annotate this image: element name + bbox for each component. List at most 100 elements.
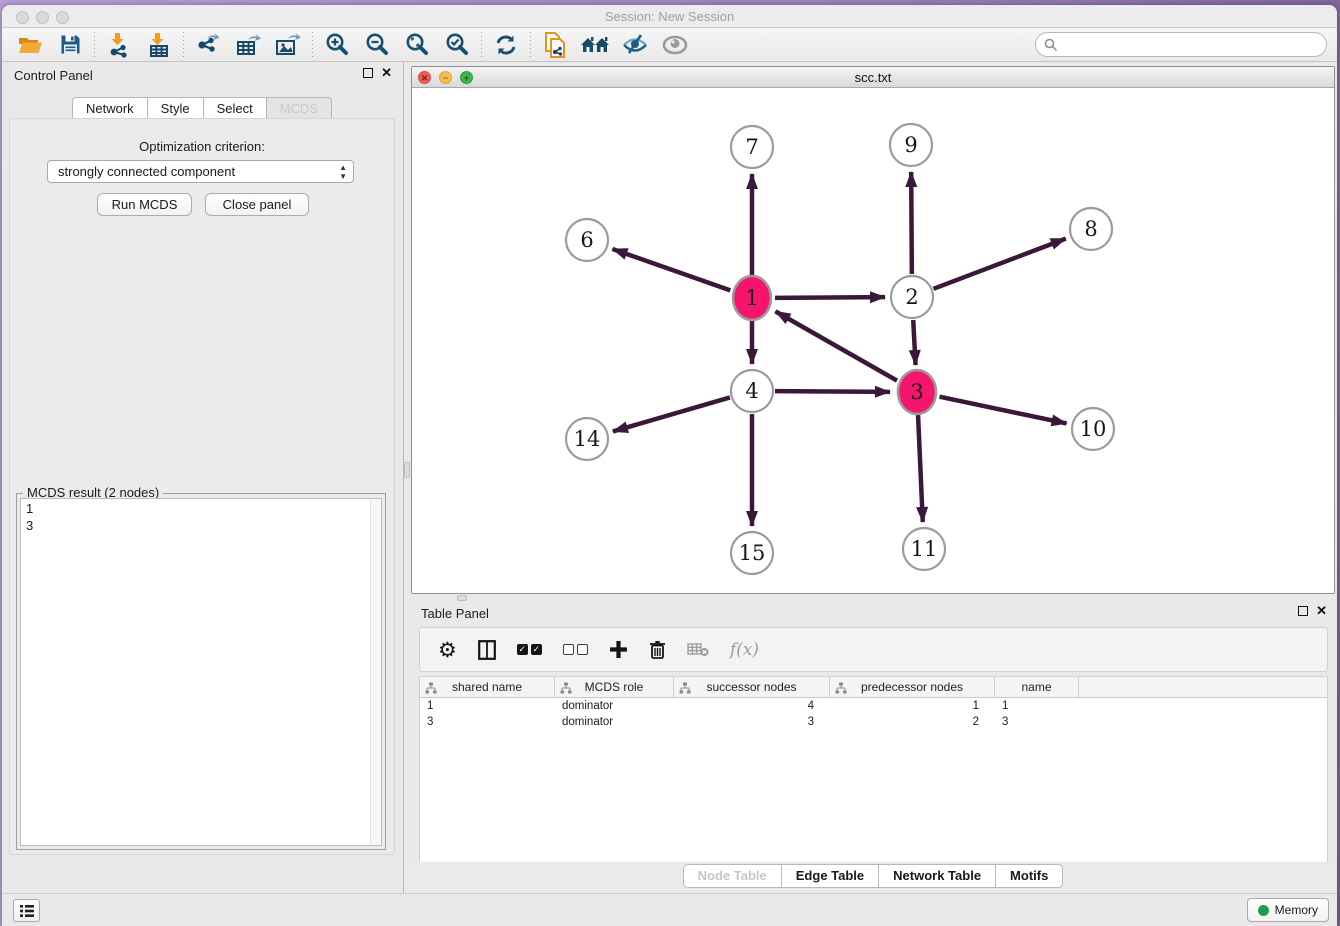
table-row[interactable]: 3dominator323 <box>420 714 1327 730</box>
show-panels-button[interactable] <box>655 30 695 60</box>
zoom-in-button[interactable] <box>317 30 357 60</box>
table-cell[interactable]: 1 <box>420 698 555 714</box>
node-15[interactable]: 15 <box>731 532 773 574</box>
table-settings-button[interactable]: ⚙ <box>438 638 457 662</box>
open-session-button[interactable] <box>10 30 50 60</box>
close-panel-icon[interactable]: ✕ <box>381 68 392 78</box>
column-header-successor-nodes[interactable]: successor nodes <box>674 677 830 697</box>
node-1[interactable]: 1 <box>733 276 771 320</box>
edge-2-3[interactable] <box>913 320 915 365</box>
export-image-button[interactable] <box>268 30 308 60</box>
hide-panels-button[interactable] <box>615 30 655 60</box>
control-panel-title: Control Panel <box>14 68 93 83</box>
run-mcds-button[interactable]: Run MCDS <box>97 193 192 216</box>
edge-4-3[interactable] <box>775 391 890 392</box>
tab-motifs[interactable]: Motifs <box>996 864 1063 888</box>
node-3[interactable]: 3 <box>898 370 936 414</box>
refresh-layout-button[interactable] <box>486 30 526 60</box>
tab-network-table[interactable]: Network Table <box>879 864 996 888</box>
node-7[interactable]: 7 <box>731 126 773 168</box>
node-14[interactable]: 14 <box>566 418 608 460</box>
table-cell[interactable]: 4 <box>674 698 830 714</box>
function-builder-button[interactable]: f(x) <box>730 640 759 660</box>
table-cell[interactable]: 1 <box>995 698 1079 714</box>
close-table-panel-icon[interactable]: ✕ <box>1316 606 1327 616</box>
import-network-icon <box>107 32 131 58</box>
edge-3-1[interactable] <box>775 311 897 380</box>
edge-1-6[interactable] <box>612 249 730 290</box>
node-11[interactable]: 11 <box>903 528 945 570</box>
delete-table-button[interactable] <box>687 642 709 657</box>
node-6[interactable]: 6 <box>566 219 608 261</box>
zoom-selected-button[interactable] <box>437 30 477 60</box>
zoom-out-button[interactable] <box>357 30 397 60</box>
column-header-predecessor-nodes[interactable]: predecessor nodes <box>830 677 995 697</box>
save-session-button[interactable] <box>50 30 90 60</box>
node-4[interactable]: 4 <box>731 370 773 412</box>
edge-1-2[interactable] <box>775 297 885 298</box>
edge-3-10[interactable] <box>940 397 1067 424</box>
deselect-all-button[interactable] <box>563 644 588 655</box>
table-body[interactable]: 1dominator4113dominator323 <box>420 698 1327 730</box>
edge-4-14[interactable] <box>613 397 730 431</box>
import-network-button[interactable] <box>99 30 139 60</box>
node-label: 4 <box>745 379 758 403</box>
import-table-button[interactable] <box>139 30 179 60</box>
close-panel-button[interactable]: Close panel <box>205 193 309 216</box>
node-10[interactable]: 10 <box>1072 408 1114 450</box>
table-header-row: shared nameMCDS rolesuccessor nodesprede… <box>420 677 1327 698</box>
home-layout-button[interactable] <box>575 30 615 60</box>
edge-3-11[interactable] <box>918 415 923 522</box>
memory-button[interactable]: Memory <box>1247 898 1329 922</box>
main-toolbar <box>2 28 1337 62</box>
node-label: 2 <box>905 285 918 309</box>
node-8[interactable]: 8 <box>1070 208 1112 250</box>
table-tabs-bar: Node TableEdge TableNetwork TableMotifs <box>411 862 1335 893</box>
table-row[interactable]: 1dominator411 <box>420 698 1327 714</box>
vertical-splitter[interactable] <box>402 62 411 893</box>
table-cell[interactable]: 1 <box>830 698 995 714</box>
edge-2-8[interactable] <box>934 239 1066 289</box>
table-cell[interactable]: 3 <box>674 714 830 730</box>
add-column-button[interactable] <box>609 640 628 659</box>
eye-slash-icon <box>621 33 649 57</box>
clone-network-button[interactable] <box>535 30 575 60</box>
edge-2-9[interactable] <box>911 172 912 274</box>
tab-node-table[interactable]: Node Table <box>683 864 782 888</box>
zoom-fit-button[interactable] <box>397 30 437 60</box>
table-cell[interactable]: 3 <box>420 714 555 730</box>
network-canvas[interactable]: 1 2 3 4 6 7 8 9 10 11 14 15 <box>412 89 1334 593</box>
node-label: 3 <box>910 380 923 404</box>
select-all-button[interactable]: ✓ ✓ <box>517 644 542 655</box>
mcds-result-text[interactable]: 1 3 <box>20 498 382 846</box>
float-table-panel-icon[interactable] <box>1298 606 1308 616</box>
search-input[interactable] <box>1063 37 1326 52</box>
node-9[interactable]: 9 <box>890 124 932 166</box>
table-cell[interactable]: dominator <box>555 698 674 714</box>
table-cell[interactable]: 2 <box>830 714 995 730</box>
tab-edge-table[interactable]: Edge Table <box>782 864 879 888</box>
splitter-handle[interactable] <box>404 462 410 478</box>
delete-column-button[interactable] <box>649 640 666 660</box>
network-window-titlebar[interactable]: ✕ − + scc.txt <box>412 67 1334 88</box>
table-cell[interactable]: dominator <box>555 714 674 730</box>
node-label: 8 <box>1084 217 1097 241</box>
export-network-button[interactable] <box>188 30 228 60</box>
task-history-button[interactable] <box>13 899 40 922</box>
column-header-mcds-role[interactable]: MCDS role <box>555 677 674 697</box>
table-cell[interactable]: 3 <box>995 714 1079 730</box>
mcds-panel: Optimization criterion: strongly connect… <box>9 118 395 855</box>
table-panel-title: Table Panel <box>421 606 489 621</box>
home-icon <box>580 33 610 57</box>
node-2[interactable]: 2 <box>891 276 933 318</box>
column-header-shared-name[interactable]: shared name <box>420 677 555 697</box>
export-image-icon <box>274 32 302 58</box>
criterion-select[interactable]: strongly connected component ▲▼ <box>47 160 354 183</box>
column-header-name[interactable]: name <box>995 677 1079 697</box>
node-label: 9 <box>904 133 917 157</box>
float-panel-icon[interactable] <box>363 68 373 78</box>
clone-network-icon <box>543 31 567 59</box>
toggle-columns-button[interactable] <box>478 640 496 660</box>
result-scrollbar[interactable] <box>370 499 381 845</box>
export-table-button[interactable] <box>228 30 268 60</box>
